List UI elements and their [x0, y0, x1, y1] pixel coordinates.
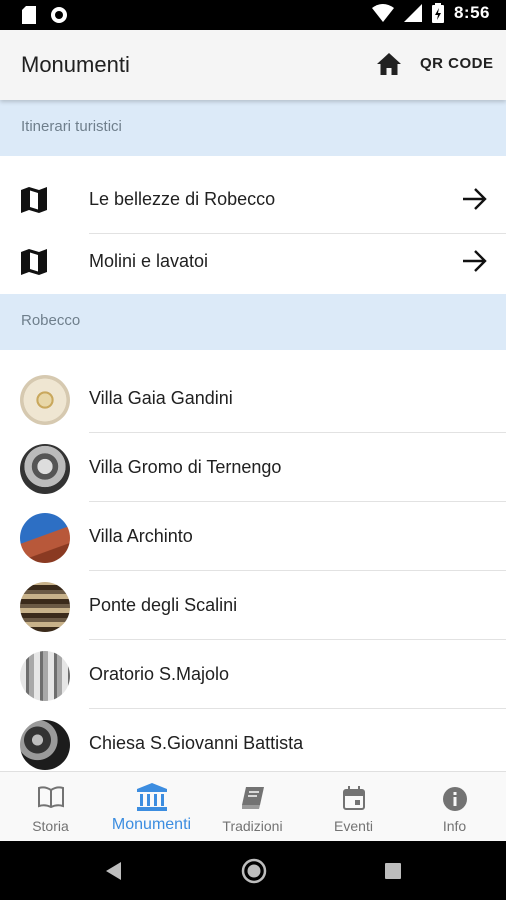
map-icon	[21, 187, 47, 213]
list-item-label: Le bellezze di Robecco	[89, 189, 276, 209]
list-item-itinerary[interactable]: Molini e lavatoi	[0, 228, 506, 296]
battery-icon	[431, 3, 444, 23]
arrow-right-icon	[463, 188, 487, 210]
list-item-monument[interactable]: Chiesa S.Giovanni Battista	[0, 710, 506, 778]
nav-item-eventi[interactable]: Eventi	[303, 772, 404, 842]
map-icon	[21, 249, 47, 275]
clock: 8:56	[453, 3, 490, 22]
notification-circle-icon	[51, 7, 67, 23]
museum-icon	[136, 783, 167, 811]
monument-thumbnail	[20, 444, 70, 494]
info-icon	[442, 787, 467, 811]
bottom-navigation: Storia Monumenti Tradizioni Eventi Info	[0, 771, 506, 841]
nav-item-tradizioni[interactable]: Tradizioni	[202, 772, 303, 842]
recents-icon[interactable]	[385, 863, 401, 879]
list-item-monument[interactable]: Ponte degli Scalini	[0, 572, 506, 640]
nav-label: Monumenti	[111, 816, 192, 833]
nav-label: Storia	[32, 818, 69, 834]
signal-icon	[403, 4, 422, 22]
divider	[89, 432, 506, 433]
section-header-robecco: Robecco	[0, 294, 506, 350]
wifi-icon	[371, 4, 394, 22]
qr-code-button[interactable]: QR CODE	[420, 55, 494, 72]
app-bar: Monumenti QR CODE	[0, 30, 506, 100]
divider	[89, 501, 506, 502]
home-icon[interactable]	[376, 52, 402, 76]
monument-thumbnail	[20, 720, 70, 770]
list-item-monument[interactable]: Oratorio S.Majolo	[0, 641, 506, 709]
list-item-label: Oratorio S.Majolo	[89, 664, 230, 684]
list-item-monument[interactable]: Villa Archinto	[0, 503, 506, 571]
nav-label: Eventi	[334, 818, 373, 834]
monument-thumbnail	[20, 582, 70, 632]
monument-thumbnail	[20, 651, 70, 701]
system-navigation-bar	[0, 841, 506, 900]
divider	[89, 639, 506, 640]
arrow-right-icon	[463, 250, 487, 272]
list-item-label: Ponte degli Scalini	[89, 595, 238, 615]
divider	[89, 570, 506, 571]
back-icon[interactable]	[104, 861, 122, 881]
book-open-icon	[37, 786, 64, 808]
list-item-itinerary[interactable]: Le bellezze di Robecco	[0, 166, 506, 234]
home-circle-icon[interactable]	[241, 858, 267, 884]
nav-item-storia[interactable]: Storia	[0, 772, 101, 842]
calendar-icon	[342, 786, 365, 810]
section-label: Itinerari turistici	[21, 118, 122, 135]
section-header-itineraries: Itinerari turistici	[0, 100, 506, 156]
list-item-label: Villa Archinto	[89, 526, 193, 546]
nav-label: Tradizioni	[222, 818, 283, 834]
sd-card-icon	[22, 6, 36, 24]
page-title: Monumenti	[21, 52, 130, 77]
list-item-label: Molini e lavatoi	[89, 251, 209, 271]
book-icon	[241, 787, 264, 809]
section-label: Robecco	[21, 312, 81, 329]
list-item-monument[interactable]: Villa Gromo di Ternengo	[0, 434, 506, 502]
list-item-label: Villa Gaia Gandini	[89, 388, 233, 408]
list-item-label: Villa Gromo di Ternengo	[89, 457, 282, 477]
list-item-label: Chiesa S.Giovanni Battista	[89, 733, 304, 753]
monument-thumbnail	[20, 513, 70, 563]
monument-thumbnail	[20, 375, 70, 425]
nav-item-monumenti[interactable]: Monumenti	[101, 772, 202, 842]
nav-item-info[interactable]: Info	[404, 772, 505, 842]
nav-label: Info	[442, 818, 467, 834]
status-bar: 8:56	[0, 0, 506, 30]
divider	[89, 708, 506, 709]
list-item-monument[interactable]: Villa Gaia Gandini	[0, 365, 506, 433]
